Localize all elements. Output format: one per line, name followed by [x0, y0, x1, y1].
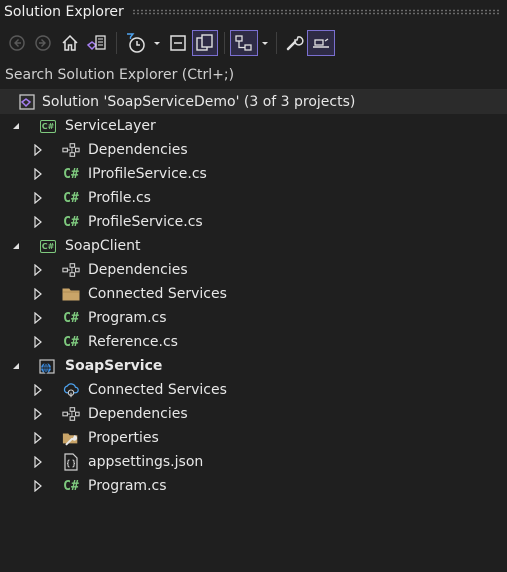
- item-label: ProfileService.cs: [88, 214, 203, 230]
- collapsed-arrow-icon[interactable]: [32, 288, 44, 300]
- expanded-arrow-icon[interactable]: [10, 120, 22, 132]
- folder-icon: [62, 285, 80, 303]
- properties-folder-icon: [62, 429, 80, 447]
- item-label: Dependencies: [88, 406, 188, 422]
- item-label: Profile.cs: [88, 190, 151, 206]
- toolbar-separator: [276, 32, 277, 54]
- expanded-arrow-icon[interactable]: [10, 360, 22, 372]
- item-label: Program.cs: [88, 478, 167, 494]
- tree-row-item[interactable]: Dependencies: [0, 258, 507, 282]
- home-icon[interactable]: [58, 30, 82, 56]
- item-label: Connected Services: [88, 286, 227, 302]
- drag-grip[interactable]: [131, 9, 499, 15]
- tree-row-item[interactable]: Dependencies: [0, 138, 507, 162]
- tree-row-solution[interactable]: Solution 'SoapServiceDemo' (3 of 3 proje…: [0, 90, 507, 114]
- project-label: SoapClient: [65, 238, 141, 254]
- tree-row-project[interactable]: SoapService: [0, 354, 507, 378]
- expanded-arrow-icon[interactable]: [10, 240, 22, 252]
- forward-icon[interactable]: [32, 30, 54, 56]
- tree-row-project[interactable]: C# SoapClient: [0, 234, 507, 258]
- item-label: Program.cs: [88, 310, 167, 326]
- csharp-project-icon: C#: [40, 119, 56, 133]
- item-label: Connected Services: [88, 382, 227, 398]
- search-box: [0, 60, 507, 90]
- pending-changes-filter-icon[interactable]: [122, 30, 150, 56]
- back-icon[interactable]: [6, 30, 28, 56]
- dependencies-icon: [62, 141, 80, 159]
- project-label: SoapService: [65, 358, 163, 374]
- project-label: ServiceLayer: [65, 118, 156, 134]
- collapsed-arrow-icon[interactable]: [32, 144, 44, 156]
- collapsed-arrow-icon[interactable]: [32, 432, 44, 444]
- collapsed-arrow-icon[interactable]: [32, 216, 44, 228]
- title-bar: Solution Explorer: [0, 0, 507, 24]
- search-input[interactable]: [0, 60, 507, 90]
- dependencies-icon: [62, 405, 80, 423]
- json-file-icon: [62, 453, 80, 471]
- switch-views-icon[interactable]: [84, 30, 110, 56]
- tree-row-item[interactable]: appsettings.json: [0, 450, 507, 474]
- collapsed-arrow-icon[interactable]: [32, 456, 44, 468]
- solution-icon: [18, 93, 36, 111]
- collapsed-arrow-icon[interactable]: [32, 264, 44, 276]
- item-label: Dependencies: [88, 142, 188, 158]
- solution-label: Solution 'SoapServiceDemo' (3 of 3 proje…: [42, 94, 356, 110]
- item-label: Reference.cs: [88, 334, 178, 350]
- tree-row-item[interactable]: Connected Services: [0, 378, 507, 402]
- window-title: Solution Explorer: [4, 4, 124, 20]
- tree-row-item[interactable]: C# Program.cs: [0, 474, 507, 498]
- tree-row-item[interactable]: C# Program.cs: [0, 306, 507, 330]
- tree-row-item[interactable]: Dependencies: [0, 402, 507, 426]
- csharp-file-icon: C#: [63, 214, 79, 230]
- connected-services-icon: [62, 381, 80, 399]
- tree-row-item[interactable]: Properties: [0, 426, 507, 450]
- dropdown-arrow-icon[interactable]: [259, 30, 271, 56]
- item-label: appsettings.json: [88, 454, 204, 470]
- tree-row-item[interactable]: C# Profile.cs: [0, 186, 507, 210]
- csharp-file-icon: C#: [63, 190, 79, 206]
- collapsed-arrow-icon[interactable]: [32, 384, 44, 396]
- toolbar-separator: [116, 32, 117, 54]
- collapsed-arrow-icon[interactable]: [32, 408, 44, 420]
- dependencies-icon: [62, 261, 80, 279]
- show-all-files-icon[interactable]: [192, 30, 218, 56]
- dropdown-arrow-icon[interactable]: [151, 30, 163, 56]
- csharp-file-icon: C#: [63, 478, 79, 494]
- web-project-icon: [39, 357, 57, 375]
- csharp-file-icon: C#: [63, 334, 79, 350]
- preview-selected-items-icon[interactable]: [307, 30, 335, 56]
- csharp-file-icon: C#: [63, 166, 79, 182]
- toolbar: [0, 28, 507, 60]
- collapsed-arrow-icon[interactable]: [32, 336, 44, 348]
- collapsed-arrow-icon[interactable]: [32, 192, 44, 204]
- tree-row-item[interactable]: Connected Services: [0, 282, 507, 306]
- tree-row-item[interactable]: C# Reference.cs: [0, 330, 507, 354]
- properties-icon[interactable]: [282, 30, 306, 56]
- collapsed-arrow-icon[interactable]: [32, 480, 44, 492]
- item-label: Dependencies: [88, 262, 188, 278]
- tree-row-project[interactable]: C# ServiceLayer: [0, 114, 507, 138]
- toolbar-separator: [224, 32, 225, 54]
- tree-row-item[interactable]: C# ProfileService.cs: [0, 210, 507, 234]
- item-label: IProfileService.cs: [88, 166, 207, 182]
- csharp-file-icon: C#: [63, 310, 79, 326]
- item-label: Properties: [88, 430, 159, 446]
- csharp-project-icon: C#: [40, 239, 56, 253]
- collapse-all-icon[interactable]: [166, 30, 190, 56]
- sync-with-active-document-icon[interactable]: [230, 30, 258, 56]
- tree-row-item[interactable]: C# IProfileService.cs: [0, 162, 507, 186]
- collapsed-arrow-icon[interactable]: [32, 312, 44, 324]
- collapsed-arrow-icon[interactable]: [32, 168, 44, 180]
